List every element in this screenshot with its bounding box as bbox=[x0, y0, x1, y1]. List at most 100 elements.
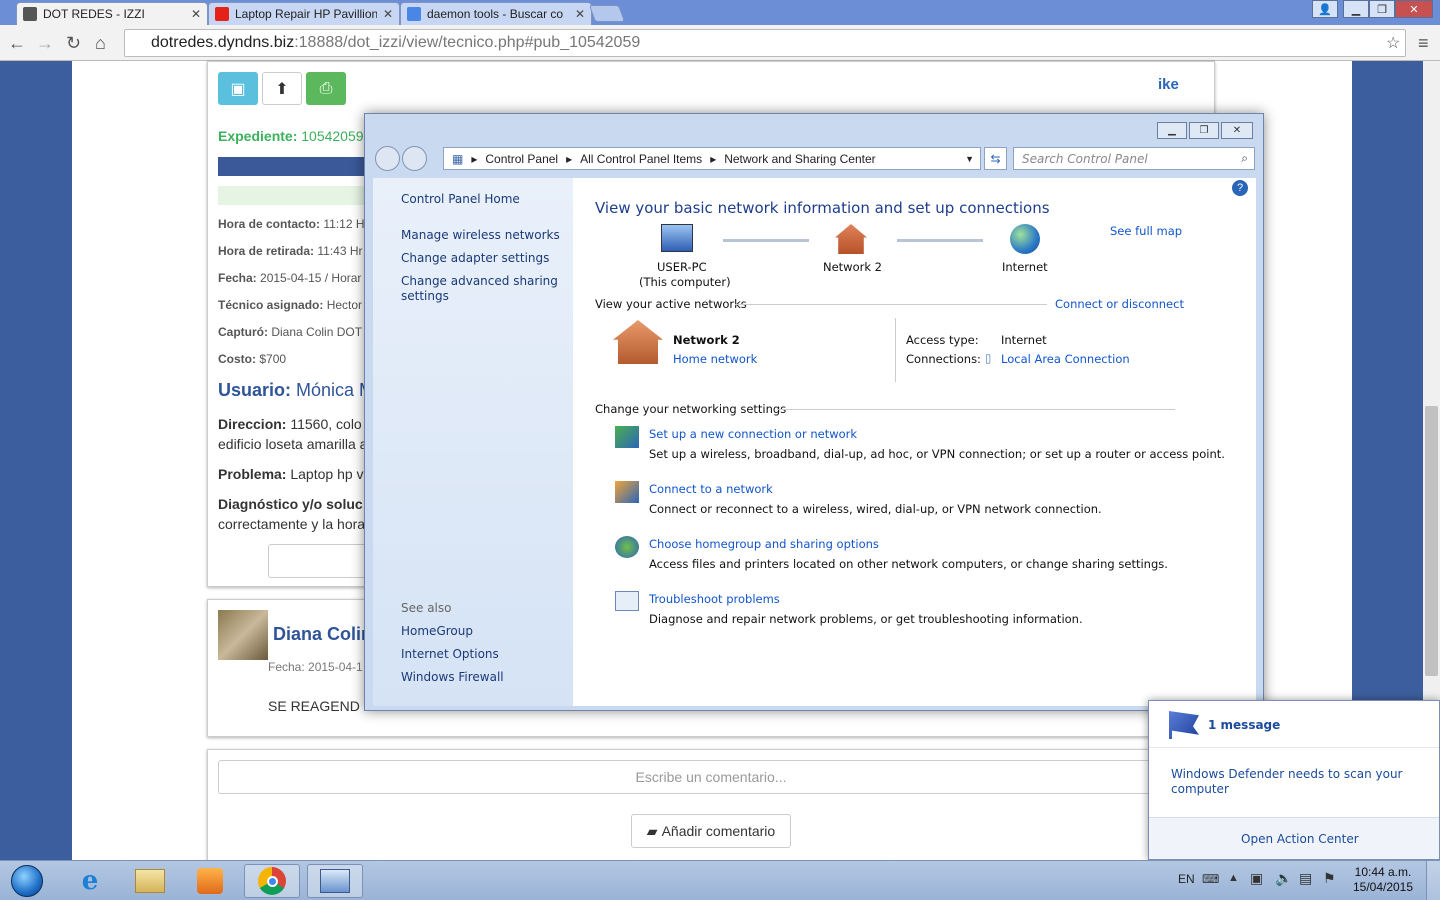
image-button[interactable]: ▣ bbox=[218, 72, 258, 105]
connect-disconnect-link[interactable]: Connect or disconnect bbox=[1055, 297, 1184, 311]
field-label: Capturó: bbox=[218, 325, 268, 339]
back-icon[interactable]: ← bbox=[8, 33, 26, 54]
task-title-link[interactable]: Choose homegroup and sharing options bbox=[649, 537, 879, 551]
direccion-line2: edificio loseta amarilla a bbox=[218, 436, 368, 452]
breadcrumb-all-items[interactable]: All Control Panel Items bbox=[580, 152, 702, 166]
volume-icon[interactable]: 🔈 bbox=[1275, 870, 1292, 887]
media-player-taskbar[interactable] bbox=[182, 864, 238, 898]
close-tab-icon[interactable]: ✕ bbox=[191, 7, 201, 21]
clock-time: 10:44 a.m. bbox=[1354, 865, 1412, 879]
open-action-center-link[interactable]: Open Action Center bbox=[1241, 832, 1359, 846]
refresh-icon[interactable]: ⇆ bbox=[984, 147, 1007, 170]
dot-redes-favicon-icon bbox=[23, 7, 37, 21]
field-value: Hector bbox=[326, 298, 363, 312]
start-button[interactable] bbox=[4, 864, 50, 898]
cp-address-bar[interactable]: ▦ ▸ Control Panel ▸ All Control Panel Item… bbox=[443, 147, 981, 170]
browser-tab-strip: DOT REDES - IZZI ✕ Laptop Repair HP Pavi… bbox=[0, 0, 1440, 25]
breadcrumb-control-panel[interactable]: Control Panel bbox=[485, 152, 558, 166]
avatar bbox=[218, 610, 268, 660]
user-icon[interactable]: 👤 bbox=[1312, 0, 1338, 18]
task-desc: Connect or reconnect to a wireless, wire… bbox=[649, 502, 1102, 516]
restore-button[interactable]: ❐ bbox=[1369, 0, 1395, 18]
internet-explorer-taskbar[interactable]: e bbox=[62, 864, 118, 898]
address-bar[interactable]: dotredes.dyndns.biz:18888/dot_izzi/view/… bbox=[124, 29, 1406, 57]
computer-icon bbox=[661, 224, 693, 252]
cp-close-button[interactable]: ✕ bbox=[1221, 122, 1253, 139]
home-icon[interactable]: ⌂ bbox=[95, 33, 106, 54]
cp-search-input[interactable]: Search Control Panel ⌕ bbox=[1013, 147, 1255, 170]
comment-author[interactable]: Diana Colin bbox=[273, 624, 372, 645]
cp-maximize-button[interactable]: ❐ bbox=[1189, 122, 1219, 139]
control-panel-window: ▁ ❐ ✕ ▦ ▸ Control Panel ▸ All Control Pane… bbox=[364, 113, 1264, 711]
image-icon: ▣ bbox=[230, 80, 246, 98]
home-network-link[interactable]: Home network bbox=[673, 352, 757, 366]
local-area-connection-link[interactable]: Local Area Connection bbox=[1001, 352, 1130, 366]
internet-options-link[interactable]: Internet Options bbox=[401, 647, 499, 662]
tab-dot-redes[interactable]: DOT REDES - IZZI ✕ bbox=[16, 2, 208, 25]
add-comment-button[interactable]: ▰ Añadir comentario bbox=[631, 814, 791, 848]
chrome-taskbar[interactable] bbox=[244, 864, 300, 898]
tab-daemon-tools[interactable]: daemon tools - Buscar co ✕ bbox=[400, 2, 592, 25]
comment-input[interactable]: Escribe un comentario... bbox=[218, 760, 1204, 794]
cp-home-link[interactable]: Control Panel Home bbox=[401, 192, 520, 207]
see-full-map-link[interactable]: See full map bbox=[1110, 224, 1182, 238]
tab-laptop-repair[interactable]: Laptop Repair HP Pavillion ✕ bbox=[208, 2, 400, 25]
control-panel-taskbar[interactable] bbox=[307, 864, 363, 898]
search-placeholder: Search Control Panel bbox=[1022, 151, 1148, 166]
help-icon[interactable]: ? bbox=[1232, 180, 1248, 196]
close-button[interactable]: ✕ bbox=[1395, 0, 1433, 18]
action-center-flag-icon[interactable]: ⚑ bbox=[1323, 870, 1336, 887]
notification-body[interactable]: Windows Defender needs to scan your comp… bbox=[1171, 767, 1411, 797]
explorer-taskbar[interactable] bbox=[122, 864, 178, 898]
bookmark-star-icon[interactable]: ☆ bbox=[1386, 33, 1400, 53]
cp-sidebar: Control Panel Home Manage wireless netwo… bbox=[373, 178, 573, 706]
cp-back-button[interactable] bbox=[375, 146, 400, 171]
change-settings-label: Change your networking settings bbox=[595, 402, 787, 416]
scrollbar-thumb[interactable] bbox=[1425, 406, 1438, 676]
field-value: 11:12 H bbox=[323, 217, 365, 231]
control-panel-icon: ▦ bbox=[452, 151, 464, 166]
menu-icon[interactable]: ≡ bbox=[1418, 33, 1429, 54]
upload-button[interactable]: ⬆ bbox=[262, 72, 302, 105]
clock-date: 15/04/2015 bbox=[1352, 880, 1414, 894]
cp-forward-button[interactable] bbox=[402, 146, 427, 171]
field-label: Costo: bbox=[218, 352, 256, 366]
upload-icon: ⬆ bbox=[275, 80, 289, 98]
clock[interactable]: 10:44 a.m. 15/04/2015 bbox=[1348, 865, 1418, 895]
print-icon: ⎙ bbox=[319, 79, 333, 97]
notification-footer: Open Action Center bbox=[1149, 817, 1439, 859]
task-title-link[interactable]: Set up a new connection or network bbox=[649, 427, 857, 441]
url-path: :18888/dot_izzi/view/tecnico.php#pub_105… bbox=[294, 34, 641, 51]
reload-icon[interactable]: ↻ bbox=[66, 33, 81, 54]
task-title-link[interactable]: Connect to a network bbox=[649, 482, 773, 496]
keyboard-icon[interactable]: ⌨ bbox=[1202, 872, 1219, 886]
language-indicator[interactable]: EN bbox=[1178, 872, 1195, 886]
minimize-button[interactable]: ▁ bbox=[1343, 0, 1369, 18]
new-tab-button[interactable] bbox=[588, 5, 626, 22]
windows-firewall-link[interactable]: Windows Firewall bbox=[401, 670, 504, 685]
field-value: Diana Colin DOT bbox=[271, 325, 363, 339]
direccion-value: 11560, colo bbox=[290, 416, 362, 432]
forward-icon[interactable]: → bbox=[36, 33, 54, 54]
homegroup-link[interactable]: HomeGroup bbox=[401, 624, 473, 639]
ethernet-icon: ▯ bbox=[985, 351, 992, 365]
close-tab-icon[interactable]: ✕ bbox=[383, 7, 393, 21]
task-title-link[interactable]: Troubleshoot problems bbox=[649, 592, 780, 606]
close-tab-icon[interactable]: ✕ bbox=[575, 7, 585, 21]
advanced-sharing-link[interactable]: Change advanced sharing settings bbox=[401, 274, 558, 304]
print-button[interactable]: ⎙ bbox=[306, 72, 346, 105]
show-desktop-button[interactable] bbox=[1426, 861, 1440, 900]
breadcrumb-network-sharing[interactable]: Network and Sharing Center bbox=[724, 152, 875, 166]
connections-label: Connections: bbox=[906, 352, 981, 366]
tray-expand-icon[interactable]: ▲ bbox=[1228, 872, 1239, 884]
device-icon[interactable]: ▣ bbox=[1250, 870, 1263, 887]
cp-minimize-button[interactable]: ▁ bbox=[1157, 122, 1187, 139]
search-icon[interactable]: ⌕ bbox=[1241, 151, 1248, 166]
network-tray-icon[interactable]: ▤ bbox=[1299, 870, 1312, 887]
url-host: dotredes.dyndns.biz bbox=[151, 34, 295, 51]
manage-wireless-link[interactable]: Manage wireless networks bbox=[401, 228, 560, 243]
field-value: 2015-04-15 / Horar bbox=[260, 271, 362, 285]
chevron-down-icon[interactable]: ▼ bbox=[965, 154, 974, 164]
media-player-icon bbox=[197, 868, 223, 894]
adapter-settings-link[interactable]: Change adapter settings bbox=[401, 251, 549, 266]
